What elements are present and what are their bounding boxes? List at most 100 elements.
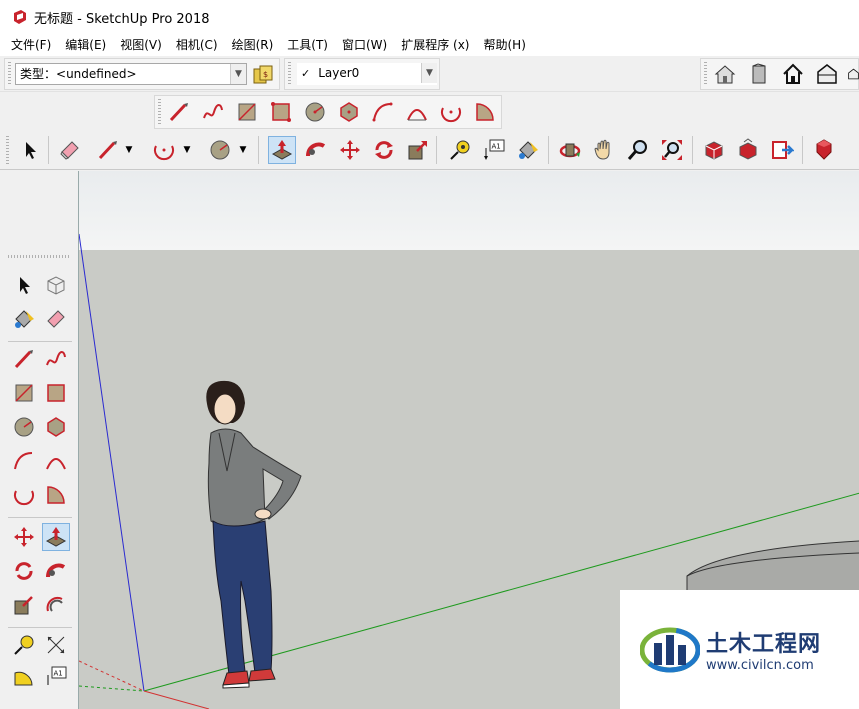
circle-tool-icon[interactable] (206, 136, 234, 164)
protractor-tool-icon[interactable] (10, 663, 38, 691)
circle-tool-icon[interactable] (301, 98, 329, 126)
tape-measure-tool-icon[interactable] (10, 631, 38, 659)
red-axis-dashed (79, 660, 145, 692)
person-figure[interactable] (206, 380, 302, 689)
ruby-console-icon[interactable] (810, 136, 838, 164)
rotate-tool-icon[interactable] (10, 557, 38, 585)
paint-bucket-tool-icon[interactable] (10, 305, 38, 333)
warehouse-house-icon[interactable] (711, 60, 739, 88)
pan-hand-tool-icon[interactable] (590, 136, 618, 164)
send-to-layout-icon[interactable] (768, 136, 796, 164)
eraser-tool-icon[interactable] (42, 305, 70, 333)
menu-tools[interactable]: 工具(T) (280, 34, 335, 56)
blue-axis (79, 233, 145, 692)
drawing-toolbar (154, 95, 502, 129)
toolbar-grip[interactable] (288, 62, 291, 86)
home-icon[interactable] (779, 60, 807, 88)
chevron-down-icon[interactable]: ▼ (238, 136, 248, 164)
menu-camera[interactable]: 相机(C) (169, 34, 225, 56)
rotated-rectangle-tool-icon[interactable] (267, 98, 295, 126)
chevron-down-icon[interactable]: ▼ (230, 64, 246, 84)
three-point-arc-tool-icon[interactable] (437, 98, 465, 126)
push-pull-tool-icon[interactable] (268, 136, 296, 164)
arc-tool-icon[interactable] (150, 136, 178, 164)
follow-me-tool-icon[interactable] (302, 136, 330, 164)
separator (258, 136, 259, 164)
menu-extensions[interactable]: 扩展程序 (x) (394, 34, 476, 56)
eraser-tool-icon[interactable] (56, 136, 84, 164)
toolbar-grip[interactable] (158, 99, 161, 125)
polygon-tool-icon[interactable] (42, 413, 70, 441)
share-model-icon[interactable] (813, 60, 841, 88)
type-select[interactable]: 类型：<undefined> ▼ (15, 63, 247, 85)
scale-tool-icon[interactable] (10, 591, 38, 619)
two-point-arc-tool-icon[interactable] (403, 98, 431, 126)
polygon-tool-icon[interactable] (335, 98, 363, 126)
offset-tool-icon[interactable] (42, 591, 70, 619)
line-tool-icon[interactable] (165, 98, 193, 126)
warehouse-toolbar (700, 58, 859, 90)
left-toolbar: A1 (0, 171, 78, 709)
scale-tool-icon[interactable] (404, 136, 432, 164)
separator (8, 341, 72, 342)
follow-me-tool-icon[interactable] (42, 557, 70, 585)
two-point-arc-tool-icon[interactable] (42, 447, 70, 475)
menu-view[interactable]: 视图(V) (113, 34, 169, 56)
menu-edit[interactable]: 编辑(E) (58, 34, 113, 56)
line-tool-icon[interactable] (10, 345, 38, 373)
zoom-extents-tool-icon[interactable] (658, 136, 686, 164)
text-tool-icon[interactable]: A1 (480, 136, 508, 164)
left-panel-blank (6, 171, 76, 259)
move-tool-icon[interactable] (10, 523, 38, 551)
arc-tool-icon[interactable] (10, 447, 38, 475)
sketchup-logo-icon (14, 10, 26, 24)
separator (802, 136, 803, 164)
move-tool-icon[interactable] (336, 136, 364, 164)
arc-tool-icon[interactable] (369, 98, 397, 126)
chevron-down-icon[interactable]: ▼ (421, 63, 437, 83)
component-cube-icon[interactable] (745, 60, 773, 88)
toolbar-grip[interactable] (8, 255, 70, 258)
rectangle-tool-icon[interactable] (233, 98, 261, 126)
layer-select[interactable]: ✓ Layer0 ▼ (297, 63, 437, 85)
make-component-icon[interactable] (42, 271, 70, 299)
freehand-tool-icon[interactable] (199, 98, 227, 126)
dimension-tool-icon[interactable] (42, 631, 70, 659)
menu-draw[interactable]: 绘图(R) (225, 34, 281, 56)
freehand-tool-icon[interactable] (42, 345, 70, 373)
rotated-rectangle-tool-icon[interactable] (42, 379, 70, 407)
paint-bucket-tool-icon[interactable] (514, 136, 542, 164)
select-tool-icon[interactable] (10, 271, 38, 299)
menu-window[interactable]: 窗口(W) (335, 34, 394, 56)
separator (8, 627, 72, 628)
extension-warehouse-icon[interactable] (847, 60, 859, 88)
orbit-tool-icon[interactable] (556, 136, 584, 164)
menu-file[interactable]: 文件(F) (4, 34, 58, 56)
3d-warehouse-icon[interactable] (700, 136, 728, 164)
pencil-tool-icon[interactable] (94, 136, 122, 164)
red-axis (143, 690, 210, 709)
menu-help[interactable]: 帮助(H) (476, 34, 532, 56)
pie-tool-icon[interactable] (42, 481, 70, 509)
circle-tool-icon[interactable] (10, 413, 38, 441)
tape-measure-tool-icon[interactable] (446, 136, 474, 164)
chevron-down-icon[interactable]: ▼ (124, 136, 134, 164)
menu-bar: 文件(F) 编辑(E) 视图(V) 相机(C) 绘图(R) 工具(T) 窗口(W… (0, 34, 859, 56)
rectangle-tool-icon[interactable] (10, 379, 38, 407)
select-tool-icon[interactable] (16, 136, 44, 164)
type-label: 类型： (20, 67, 57, 81)
rotate-tool-icon[interactable] (370, 136, 398, 164)
type-toolbar: 类型：<undefined> ▼ $ (4, 58, 280, 90)
toolbar-grip[interactable] (8, 62, 11, 86)
zoom-tool-icon[interactable] (624, 136, 652, 164)
toolbar-grip[interactable] (704, 62, 707, 86)
three-point-arc-tool-icon[interactable] (10, 481, 38, 509)
components-icon[interactable]: $ (249, 61, 277, 89)
separator (8, 517, 72, 518)
chevron-down-icon[interactable]: ▼ (182, 136, 192, 164)
push-pull-tool-icon[interactable] (42, 523, 70, 551)
pie-tool-icon[interactable] (471, 98, 499, 126)
text-tool-icon[interactable]: A1 (42, 663, 70, 691)
share-component-icon[interactable] (734, 136, 762, 164)
toolbar-grip[interactable] (6, 136, 9, 164)
